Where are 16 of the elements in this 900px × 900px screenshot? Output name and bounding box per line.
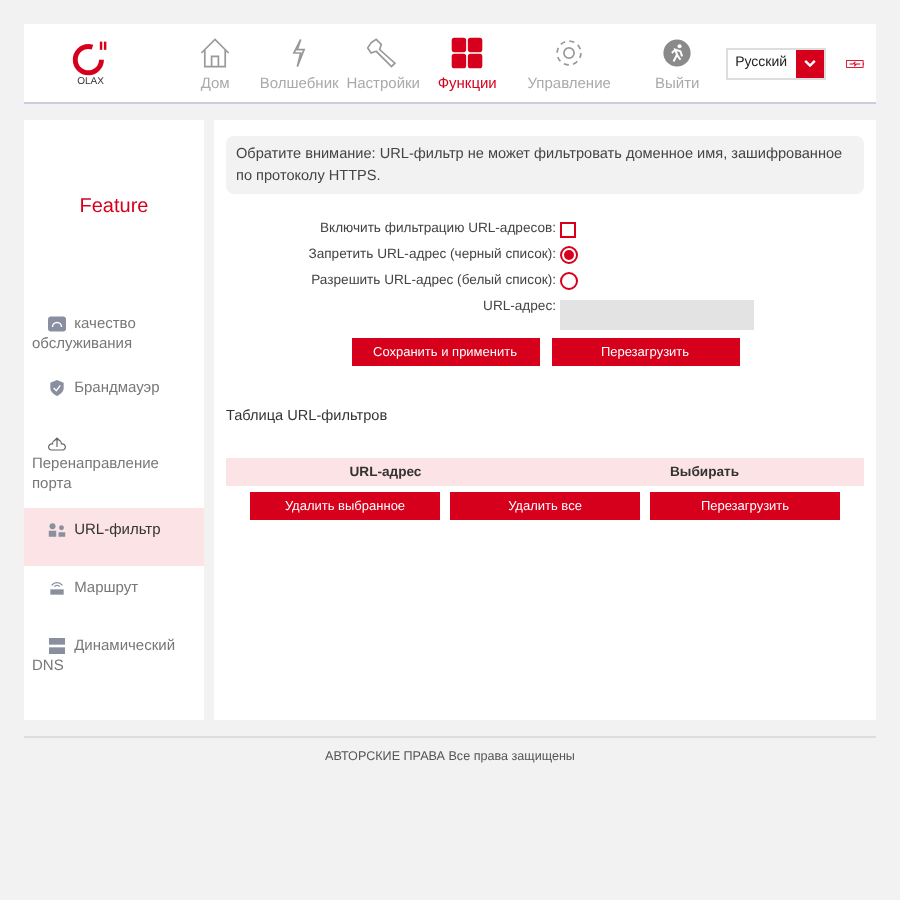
wrench-icon [366, 35, 401, 69]
shield-icon [48, 380, 66, 397]
home-icon [198, 35, 233, 69]
settings-icon [552, 35, 587, 69]
radio-button[interactable] [560, 272, 578, 291]
radio-button[interactable] [560, 246, 578, 265]
users-icon [48, 521, 66, 538]
server-icon [48, 637, 66, 654]
checkbox[interactable] [560, 221, 576, 238]
caret-icon [801, 55, 818, 71]
sidebar-title: Feature [77, 196, 151, 218]
speedometer-icon [48, 316, 66, 333]
running-person-icon [660, 35, 695, 69]
grid-icon [450, 35, 485, 69]
router-icon [48, 579, 66, 596]
cloud-upload-icon [48, 436, 66, 453]
